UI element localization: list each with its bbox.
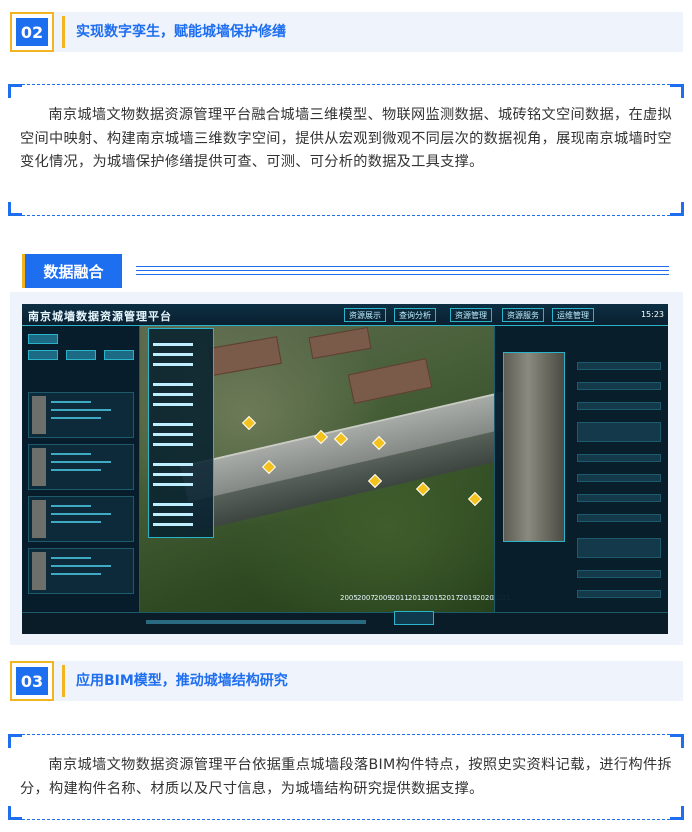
map-pin-icon (241, 415, 257, 431)
timeline-bar: 2005 2007 2009 2011 2013 2015 2017 2019 … (140, 594, 511, 608)
section-accent-bar (62, 16, 65, 48)
timeline-year: 2007 (357, 594, 375, 602)
frame-dash-top (22, 734, 670, 735)
brick-thumbnail (32, 396, 46, 434)
nav-query-analysis: 查询分析 (394, 308, 436, 322)
timeline-year: 2017 (442, 594, 460, 602)
frame-corner (8, 806, 22, 820)
body-paragraph: 南京城墙文物数据资源管理平台依据重点城墙段落BIM构件特点，按照史实资料记载，进… (20, 757, 672, 797)
toolbar-button (394, 611, 434, 625)
brick-thumbnail (32, 500, 46, 538)
brick-image (503, 352, 565, 542)
frame-corner (670, 734, 684, 748)
timeline-year: 2019 (459, 594, 477, 602)
building-roof (208, 336, 282, 376)
building-roof (347, 358, 433, 404)
platform-clock: 15:23 (640, 310, 664, 319)
text-frame-2: 南京城墙文物数据资源管理平台依据重点城墙段落BIM构件特点，按照史实资料记载，进… (8, 734, 684, 820)
platform-screenshot: 南京城墙数据资源管理平台 资源展示 查询分析 资源管理 资源服务 运维管理 15… (22, 304, 668, 634)
subsection-tag-row: 数据融合 (10, 248, 683, 288)
frame-dash-bottom (22, 215, 670, 216)
article-page: 02 实现数字孪生，赋能城墙保护修缮 南京城墙文物数据资源管理平台融合城墙三维模… (0, 0, 692, 832)
tag-decorative-lines (136, 266, 669, 275)
frame-corner (8, 84, 22, 98)
layer-control-panel (148, 328, 214, 538)
frame-corner (670, 806, 684, 820)
body-paragraph: 南京城墙文物数据资源管理平台融合城墙三维模型、物联网监测数据、城砖铭文空间数据，… (20, 107, 672, 170)
nav-resource-management: 资源管理 (450, 308, 492, 322)
frame-corner (670, 202, 684, 216)
map-pin-icon (415, 481, 431, 497)
frame-corner (8, 202, 22, 216)
panel-button (28, 350, 58, 360)
timeline-year: 2013 (408, 594, 426, 602)
brick-thumbnail (32, 552, 46, 590)
resource-card (28, 496, 134, 542)
timeline-year: 2015 (425, 594, 443, 602)
nav-ops-management: 运维管理 (552, 308, 594, 322)
status-text-line (146, 620, 366, 624)
panel-button (104, 350, 134, 360)
section-heading-02: 02 实现数字孪生，赋能城墙保护修缮 (10, 12, 683, 52)
nav-resource-display: 资源展示 (344, 308, 386, 322)
section-number: 03 (16, 667, 48, 695)
brick-thumbnail (32, 448, 46, 486)
platform-title: 南京城墙数据资源管理平台 (28, 310, 172, 323)
frame-corner (8, 734, 22, 748)
section-accent-bar (62, 665, 65, 697)
section-heading-03: 03 应用BIM模型，推动城墙结构研究 (10, 661, 683, 701)
section-title: 实现数字孪生，赋能城墙保护修缮 (76, 24, 286, 40)
status-bar (22, 611, 668, 634)
resource-card (28, 444, 134, 490)
section-number: 02 (16, 18, 48, 46)
platform-header: 南京城墙数据资源管理平台 资源展示 查询分析 资源管理 资源服务 运维管理 15… (22, 304, 668, 326)
timeline-year: 2009 (374, 594, 392, 602)
timeline-year: 2011 (391, 594, 409, 602)
panel-button (66, 350, 96, 360)
section-number-box: 02 (10, 12, 54, 52)
frame-dash-top (22, 84, 670, 85)
map-pin-icon (467, 491, 483, 507)
resource-card (28, 392, 134, 438)
brick-detail-panel (494, 326, 668, 612)
text-frame-1: 南京城墙文物数据资源管理平台融合城墙三维模型、物联网监测数据、城砖铭文空间数据，… (8, 84, 684, 216)
section-number-box: 03 (10, 661, 54, 701)
section-title: 应用BIM模型，推动城墙结构研究 (76, 673, 288, 689)
building-roof (308, 326, 372, 360)
frame-dash-bottom (22, 819, 670, 820)
timeline-year: 2020 (476, 594, 494, 602)
panel-button (28, 334, 58, 344)
timeline-year: 2005 (340, 594, 358, 602)
resource-card (28, 548, 134, 594)
subsection-tag: 数据融合 (22, 254, 122, 288)
nav-resource-service: 资源服务 (502, 308, 544, 322)
resource-list-panel (22, 326, 140, 612)
frame-corner (670, 84, 684, 98)
